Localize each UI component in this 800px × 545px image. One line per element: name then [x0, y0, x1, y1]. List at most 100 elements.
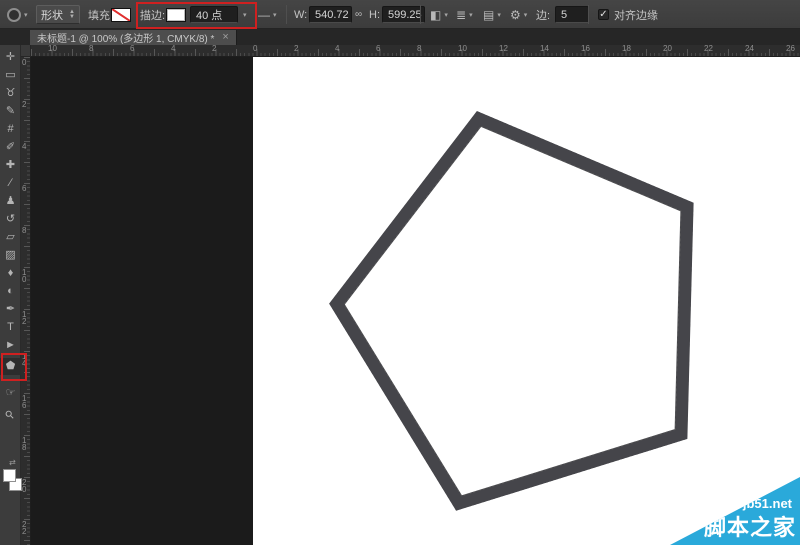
pentagon-shape [253, 57, 800, 545]
brush-tool[interactable]: ∕ [0, 175, 21, 192]
sides-field[interactable]: 5 [555, 0, 589, 29]
polygon-preset-icon [7, 8, 21, 22]
lasso-tool[interactable]: ♉ [0, 85, 21, 102]
shape-width-field[interactable]: 540.72 [309, 0, 352, 29]
ruler-tick-label: 1 4 [22, 353, 26, 367]
eraser-tool[interactable]: ▱ [0, 229, 21, 246]
select-arrows-icon: ▲▼ [69, 10, 75, 19]
blur-tool[interactable]: ♦ [0, 265, 21, 282]
dodge-tool[interactable]: ◐ [0, 283, 21, 300]
stroke-width-dropdown[interactable]: ▾ [240, 0, 247, 29]
ruler-tick-label: 4 [171, 45, 175, 53]
height-label: H: [369, 9, 380, 21]
stroke-width-field[interactable]: 40 点 [190, 0, 238, 29]
ruler-tick-label: 0 [22, 59, 26, 66]
geometry-options-button[interactable]: ⚙ ▾ [510, 0, 527, 29]
options-bar: ▾ 形状 ▲▼ 填充: 描边: 40 点 ▾ — [0, 0, 800, 29]
tool-mode-select[interactable]: 形状 ▲▼ [36, 0, 80, 29]
ruler-tick-label: 8 [89, 45, 93, 53]
path-selection-tool[interactable]: ► [0, 337, 21, 354]
ruler-tick-label: 10 [48, 45, 57, 53]
ruler-tick-label: 26 [786, 45, 795, 53]
tab-bar: 未标题-1 @ 100% (多边形 1, CMYK/8) * × [0, 29, 800, 45]
ruler-tick-label: 6 [376, 45, 380, 53]
ruler-tick-label: 22 [704, 45, 713, 53]
ruler-tick-label: 18 [622, 45, 631, 53]
foreground-color-swatch[interactable] [3, 469, 16, 482]
document-title: 未标题-1 @ 100% (多边形 1, CMYK/8) * [37, 30, 214, 45]
healing-brush-tool[interactable]: ✚ [0, 157, 21, 174]
ruler-tick-label: 2 [294, 45, 298, 53]
no-fill-icon [111, 8, 131, 22]
ruler-tick-label: 2 [22, 101, 26, 108]
path-arrangement-icon: ▤ [483, 9, 494, 21]
path-alignment-icon: ≣ [456, 9, 466, 21]
document-tab[interactable]: 未标题-1 @ 100% (多边形 1, CMYK/8) * × [30, 30, 237, 45]
gradient-tool[interactable]: ▨ [0, 247, 21, 264]
crop-tool[interactable]: # [0, 121, 21, 138]
ruler-tick-label: 1 0 [22, 269, 26, 283]
link-dimensions-icon[interactable]: ∞ [355, 0, 362, 29]
ruler-tick-label: 2 2 [22, 521, 26, 535]
shape-height-field[interactable]: 599.25 [382, 0, 425, 29]
ruler-tick-label: 2 0 [22, 479, 26, 493]
clone-stamp-tool[interactable]: ♟ [0, 193, 21, 210]
canvas[interactable]: jb51.net 脚本之家 [253, 57, 800, 545]
pen-tool[interactable]: ✒ [0, 301, 21, 318]
stroke-line-icon: — [258, 9, 270, 21]
ruler-tick-label: 4 [22, 143, 26, 150]
stroke-style-picker[interactable]: — ▾ [258, 0, 277, 29]
ruler-tick-label: 8 [417, 45, 421, 53]
zoom-tool[interactable]: ⚲ [0, 402, 24, 429]
pentagon-stroke [337, 119, 687, 503]
ruler-tick-label: 8 [22, 227, 26, 234]
stroke-color-icon [166, 8, 186, 22]
close-icon[interactable]: × [222, 32, 228, 43]
polygon-shape-tool[interactable]: ⬟ [0, 358, 21, 375]
ruler-tick-label: 24 [745, 45, 754, 53]
stroke-label: 描边: [140, 7, 165, 23]
toolbox: ✛▭♉✎#✐✚∕♟↺▱▨♦◐✒T►⬟☞⚲ ⇄ ▣ ◱ [0, 45, 21, 545]
ruler-tick-label: 20 [663, 45, 672, 53]
fill-label: 填充: [88, 7, 113, 23]
ruler-corner [21, 45, 31, 57]
fill-swatch[interactable] [111, 0, 131, 29]
horizontal-ruler: 10864202468101214161820222426 [31, 45, 800, 57]
pasteboard [31, 57, 253, 545]
tool-mode-value: 形状 [41, 7, 63, 23]
marquee-tool[interactable]: ▭ [0, 67, 21, 84]
eyedropper-tool[interactable]: ✐ [0, 139, 21, 156]
chevron-down-icon: ▾ [273, 11, 277, 19]
swap-colors-icon[interactable]: ⇄ [9, 458, 16, 467]
width-label: W: [294, 9, 307, 21]
path-operations-icon: ◧ [430, 9, 441, 21]
checkmark-icon: ✓ [598, 9, 609, 20]
vertical-ruler: 024681 01 21 41 61 82 02 2 [21, 57, 31, 545]
path-arrangement-button[interactable]: ▤ ▾ [483, 0, 501, 29]
move-tool[interactable]: ✛ [0, 49, 21, 66]
ruler-tick-label: 6 [130, 45, 134, 53]
tool-preset-button[interactable]: ▾ [7, 0, 28, 29]
sides-label: 边: [536, 7, 550, 23]
chevron-down-icon: ▾ [24, 11, 28, 19]
ruler-tick-label: 0 [253, 45, 257, 53]
chevron-down-icon: ▾ [243, 11, 247, 19]
path-operations-button[interactable]: ◧ ▾ [430, 0, 448, 29]
quick-selection-tool[interactable]: ✎ [0, 103, 21, 120]
ruler-tick-label: 10 [458, 45, 467, 53]
ruler-tick-label: 14 [540, 45, 549, 53]
type-tool[interactable]: T [0, 319, 21, 336]
photoshop-window: ▾ 形状 ▲▼ 填充: 描边: 40 点 ▾ — [0, 0, 800, 545]
history-brush-tool[interactable]: ↺ [0, 211, 21, 228]
gear-icon: ⚙ [510, 9, 521, 21]
hand-tool[interactable]: ☞ [0, 385, 21, 402]
ruler-tick-label: 1 6 [22, 395, 26, 409]
ruler-tick-label: 4 [335, 45, 339, 53]
align-edges-checkbox[interactable]: ✓ [598, 0, 609, 29]
path-alignment-button[interactable]: ≣ ▾ [456, 0, 473, 29]
ruler-tick-label: 16 [581, 45, 590, 53]
ruler-tick-label: 6 [22, 185, 26, 192]
ruler-tick-label: 12 [499, 45, 508, 53]
stroke-swatch[interactable] [166, 0, 186, 29]
ruler-tick-label: 1 2 [22, 311, 26, 325]
